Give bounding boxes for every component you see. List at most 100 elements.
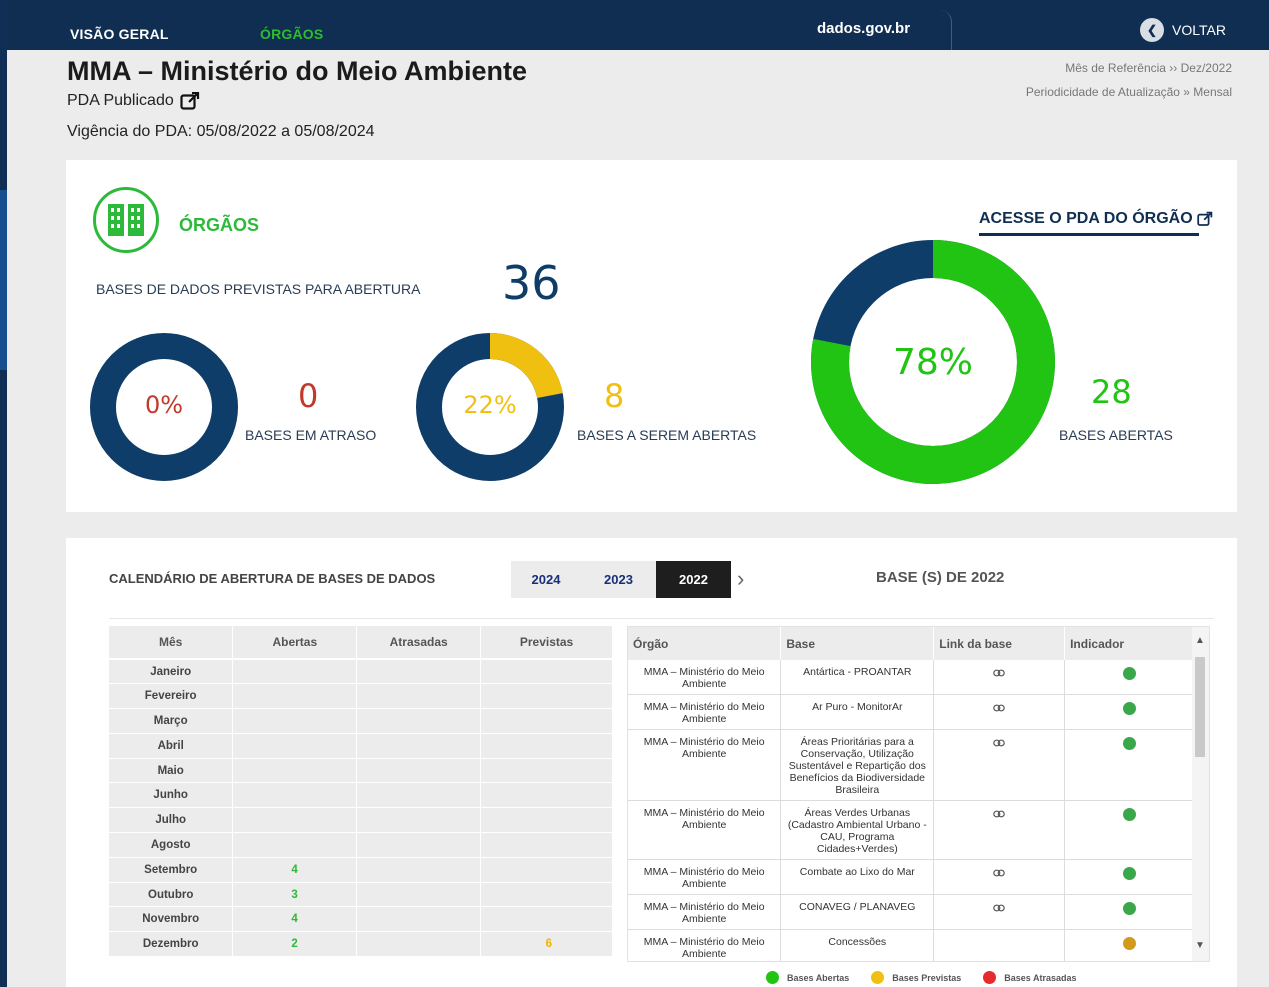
pda-orgao-link[interactable]: ACESSE O PDA DO ÓRGÃO: [979, 210, 1213, 228]
scrollbar-thumb[interactable]: [1195, 657, 1205, 757]
base-link-cell: [933, 660, 1066, 695]
month-row: Junho: [109, 782, 613, 809]
month-atrasadas: [356, 782, 482, 809]
donut-a-abrir-pct: 22%: [463, 391, 517, 419]
month-name: Fevereiro: [109, 683, 234, 710]
legend: Bases Abertas Bases Previstas Bases Atra…: [766, 971, 1076, 984]
tab-year-2022[interactable]: 2022: [656, 561, 731, 598]
external-link-icon: [180, 92, 199, 110]
nav-item-visao-geral[interactable]: VISÃO GERAL: [70, 26, 169, 42]
base-indicator-cell: [1064, 800, 1194, 860]
donut-atraso-pct: 0%: [144, 391, 184, 419]
pda-published-link[interactable]: PDA Publicado: [67, 92, 200, 110]
legend-dot-yellow: [871, 971, 885, 984]
bases-table: Órgão Base Link da base Indicador MMA – …: [628, 627, 1194, 961]
month-abertas: [232, 659, 358, 685]
month-previstas: [480, 659, 613, 685]
abertas-label: BASES ABERTAS: [1059, 427, 1173, 443]
legend-label-previstas: Bases Previstas: [892, 972, 962, 983]
link-icon[interactable]: [993, 668, 1005, 680]
col-header-base: Base: [780, 627, 935, 660]
base-orgao: MMA – Ministério do Meio Ambiente: [628, 929, 782, 961]
month-previstas: [480, 708, 613, 734]
month-previstas: [480, 683, 613, 710]
base-row: MMA – Ministério do Meio Ambiente Ar Puro…: [628, 694, 1194, 730]
month-previstas: [480, 782, 613, 809]
chevron-right-icon[interactable]: ›: [737, 566, 744, 592]
base-row: MMA – Ministério do Meio Ambiente CONAVEG…: [628, 894, 1194, 930]
scroll-down-icon[interactable]: ▼: [1195, 940, 1205, 951]
month-name: Dezembro: [109, 931, 234, 958]
atraso-label: BASES EM ATRASO: [245, 427, 377, 443]
link-icon[interactable]: [993, 903, 1005, 915]
pda-link-underline: [979, 233, 1199, 236]
donut-abertas-pct: 78%: [892, 342, 973, 383]
site-name[interactable]: dados.gov.br: [817, 20, 910, 37]
base-link-cell: [933, 929, 1066, 961]
base-indicator-cell: [1064, 694, 1194, 730]
month-previstas: [480, 857, 613, 883]
month-name: Julho: [109, 807, 234, 834]
month-row: Maio: [109, 758, 613, 784]
bases-previstas-count: 36: [502, 256, 561, 310]
building-icon: [93, 187, 159, 253]
col-header-indicador: Indicador: [1064, 627, 1194, 660]
status-indicator-dot: [1122, 808, 1136, 821]
atraso-count: 0: [298, 377, 319, 415]
bases-scrollbar[interactable]: ▲ ▼: [1192, 627, 1209, 961]
month-abertas: 4: [232, 906, 358, 933]
month-previstas: [480, 906, 613, 933]
base-orgao: MMA – Ministério do Meio Ambiente: [628, 894, 782, 930]
scroll-up-icon[interactable]: ▲: [1195, 635, 1205, 646]
pda-vigencia: Vigência do PDA: 05/08/2022 a 05/08/2024: [67, 123, 375, 140]
base-name: Áreas Prioritárias para a Conservação, U…: [780, 729, 935, 801]
link-icon[interactable]: [993, 809, 1005, 821]
bases-heading: BASE (S) DE 2022: [876, 569, 1005, 586]
col-header-abertas: Abertas: [232, 626, 358, 660]
tab-year-2024[interactable]: 2024: [511, 561, 581, 598]
pda-published-label: PDA Publicado: [67, 92, 174, 109]
month-previstas: [480, 733, 613, 759]
col-header-previstas: Previstas: [480, 626, 613, 660]
base-name: Áreas Verdes Urbanas (Cadastro Ambiental…: [780, 800, 935, 860]
month-abertas: 4: [232, 857, 358, 883]
month-atrasadas: [356, 758, 482, 784]
month-previstas: 6: [480, 931, 613, 958]
month-previstas: [480, 758, 613, 784]
month-previstas: [480, 807, 613, 834]
month-atrasadas: [356, 708, 482, 734]
base-indicator-cell: [1064, 894, 1194, 930]
month-atrasadas: [356, 733, 482, 759]
base-orgao: MMA – Ministério do Meio Ambiente: [628, 660, 782, 695]
link-icon[interactable]: [993, 868, 1005, 880]
base-name: Ar Puro - MonitorAr: [780, 694, 935, 730]
a-abrir-label: BASES A SEREM ABERTAS: [577, 427, 757, 443]
base-orgao: MMA – Ministério do Meio Ambiente: [628, 859, 782, 895]
back-button[interactable]: ❮ VOLTAR: [1140, 18, 1226, 42]
base-orgao: MMA – Ministério do Meio Ambiente: [628, 729, 782, 801]
month-name: Abril: [109, 733, 234, 759]
status-indicator-dot: [1122, 867, 1136, 880]
status-indicator-dot: [1122, 937, 1136, 950]
donut-bases-atraso: 0%: [90, 333, 238, 481]
month-row: Janeiro: [109, 659, 613, 685]
link-icon[interactable]: [993, 703, 1005, 715]
month-row: Agosto: [109, 832, 613, 858]
pda-orgao-link-label: ACESSE O PDA DO ÓRGÃO: [979, 210, 1193, 227]
month-previstas: [480, 882, 613, 908]
month-name: Junho: [109, 782, 234, 809]
months-table: Mês Abertas Atrasadas Previstas Janeiro F…: [109, 626, 613, 958]
bases-table-container: Órgão Base Link da base Indicador MMA – …: [627, 626, 1210, 962]
base-orgao: MMA – Ministério do Meio Ambiente: [628, 800, 782, 860]
base-indicator-cell: [1064, 660, 1194, 695]
legend-item-atrasadas: Bases Atrasadas: [983, 971, 1076, 984]
left-edge-marker: [0, 190, 7, 370]
status-indicator-dot: [1122, 902, 1136, 915]
base-indicator-cell: [1064, 929, 1194, 961]
tab-year-2023[interactable]: 2023: [581, 561, 656, 598]
month-abertas: 2: [232, 931, 358, 958]
link-icon[interactable]: [993, 738, 1005, 750]
base-link-cell: [933, 859, 1066, 895]
month-abertas: [232, 758, 358, 784]
nav-item-orgaos[interactable]: ÓRGÃOS: [260, 26, 323, 42]
